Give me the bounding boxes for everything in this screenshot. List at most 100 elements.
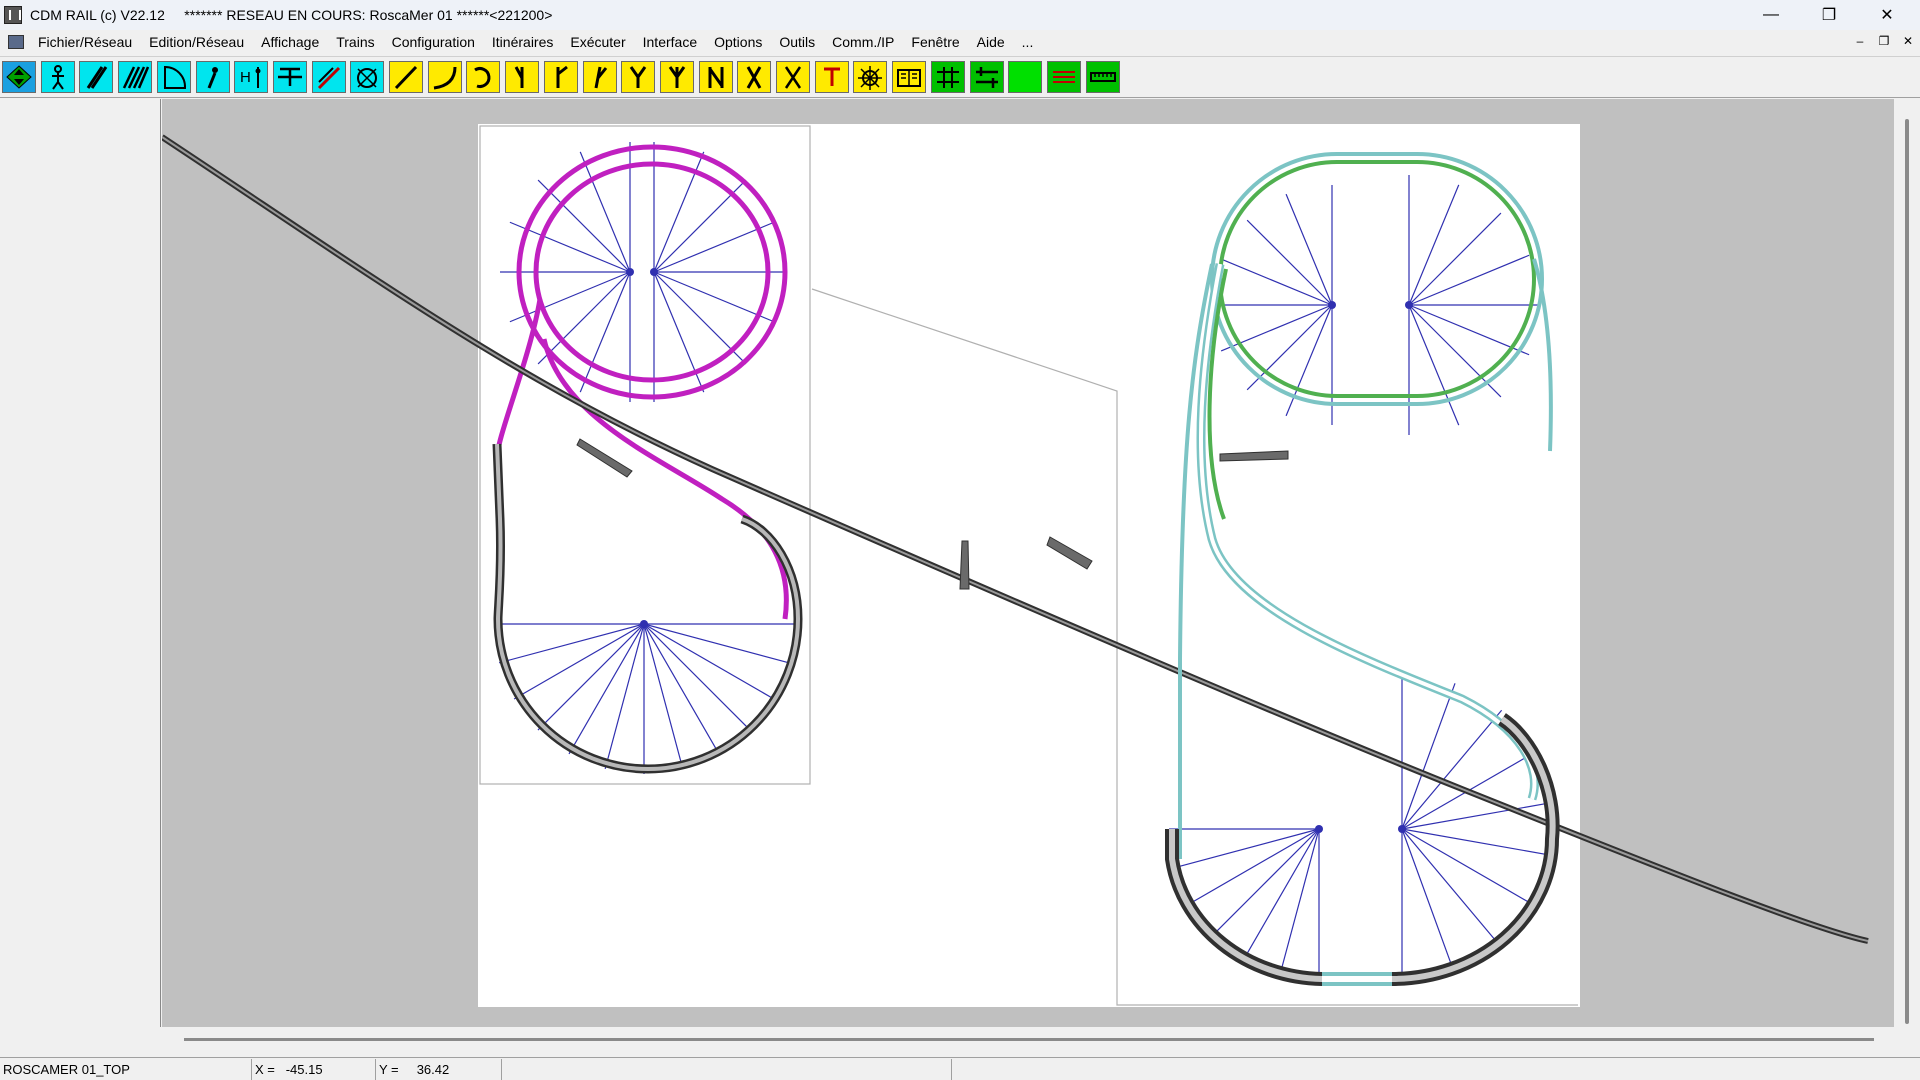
left-panel [0,99,161,1027]
title-bar: CDM RAIL (c) V22.12 ******* RESEAU EN CO… [0,0,1920,30]
h-signal-icon: H [240,67,261,88]
toolbar: H [0,56,1920,98]
menu-executer[interactable]: Exécuter [570,34,625,50]
window-title: CDM RAIL (c) V22.12 ******* RESEAU EN CO… [30,7,553,23]
menu-trains[interactable]: Trains [336,34,374,50]
h-signal-tool-button[interactable]: H [234,61,269,93]
diamond-arrows-tool-button[interactable] [2,61,36,93]
menu-fenetre[interactable]: Fenêtre [911,34,959,50]
three-way-turnout-tool-button[interactable] [659,61,694,93]
three-way-turnout-icon [668,66,686,88]
menu-affichage[interactable]: Affichage [261,34,319,50]
turnout-left-tool-button[interactable] [505,61,540,93]
loop-track-tool-button[interactable] [466,61,501,93]
menu-bar: Fichier/Réseau Edition/Réseau Affichage … [0,30,1920,54]
t-track-icon [823,67,840,86]
app-icon[interactable] [4,6,22,24]
t-track-tool-button[interactable] [814,61,849,93]
diagonal-track-icon [87,66,108,89]
mdi-restore-button[interactable]: ❐ [1876,34,1892,48]
x-value: -45.15 [285,1062,323,1077]
turnout-left-icon [514,66,524,88]
minimize-button[interactable]: — [1748,0,1794,30]
single-slip-icon [746,66,762,89]
green-block-icon [1011,64,1039,90]
ruler-pencil-icon [317,66,340,90]
menu-comm-ip[interactable]: Comm./IP [832,34,894,50]
x-label: X = [255,1062,275,1077]
crossing-tool-button[interactable] [776,61,810,93]
loose-piece-1[interactable] [959,540,970,590]
menu-edition[interactable]: Edition/Réseau [149,34,244,50]
diagonal-track-tool-button[interactable] [79,61,114,93]
menu-configuration[interactable]: Configuration [392,34,475,50]
y-turnout-icon [629,66,647,88]
menu-options[interactable]: Options [714,34,762,50]
document-menu-icon[interactable] [8,35,24,49]
status-field-empty [502,1059,952,1080]
lines-icon [1052,71,1075,83]
vertical-scrollbar[interactable] [1894,99,1920,1027]
svg-text:H: H [240,69,251,86]
buffer-stop-icon [277,67,302,86]
loop-track-icon [474,67,491,88]
diamond-arrows-icon [6,65,32,89]
pin-icon [207,67,218,89]
turntable-tool-button[interactable] [350,61,385,93]
curve-corner-tool-button[interactable] [156,61,191,93]
signal-panel-icon [936,67,959,88]
menu-outils[interactable]: Outils [779,34,815,50]
signal-panel-alt-tool-button[interactable] [969,61,1004,93]
y-turnout-tool-button[interactable] [621,61,656,93]
mdi-close-button[interactable]: ✕ [1900,34,1916,48]
y-label: Y = [379,1062,399,1077]
x-coordinate: X = -45.15 [252,1059,376,1080]
y-value: 36.42 [416,1062,450,1077]
menu-more[interactable]: ... [1022,34,1034,50]
signal-panel-alt-icon [975,67,998,88]
lines-tool-button[interactable] [1046,61,1081,93]
curved-track-tool-button[interactable] [427,61,462,93]
vertical-scroll-thumb[interactable] [1905,119,1909,1024]
curve-corner-icon [163,65,186,89]
book-icon [897,69,922,87]
crossing-icon [784,66,802,89]
turnout-right-icon [556,65,568,88]
menu-fichier[interactable]: Fichier/Réseau [38,34,132,50]
person-tool-button[interactable] [40,61,75,93]
pin-tool-button[interactable] [195,61,230,93]
curved-turnout-icon [594,66,607,89]
buffer-stop-tool-button[interactable] [272,61,307,93]
double-slip-icon [708,67,724,88]
horizontal-scrollbar[interactable] [162,1027,1920,1057]
single-slip-tool-button[interactable] [737,61,772,93]
ruler-pencil-tool-button[interactable] [311,61,346,93]
restore-button[interactable]: ❐ [1806,0,1852,30]
turnout-right-tool-button[interactable] [543,61,578,93]
horizontal-scroll-thumb[interactable] [184,1038,1874,1041]
track-plan[interactable] [162,99,1894,1027]
ruler-icon [1089,72,1116,82]
straight-track-icon [394,65,418,90]
green-block-tool-button[interactable] [1008,61,1043,93]
layout-canvas[interactable] [162,99,1894,1027]
turntable-yard-icon [858,66,883,90]
ruler-tool-button[interactable] [1085,61,1120,93]
double-diagonal-tool-button[interactable] [118,61,153,93]
curved-turnout-tool-button[interactable] [582,61,617,93]
menu-itineraires[interactable]: Itinéraires [492,34,553,50]
straight-track-tool-button[interactable] [389,61,423,93]
mdi-minimize-button[interactable]: – [1852,34,1868,48]
close-button[interactable]: ✕ [1864,0,1910,30]
double-slip-tool-button[interactable] [698,61,733,93]
drawing-sheet [478,124,1580,1007]
signal-panel-tool-button[interactable] [930,61,965,93]
status-bar: ROSCAMER 01_TOP X = -45.15 Y = 36.42 [0,1057,1920,1080]
curved-track-icon [433,66,457,90]
y-coordinate: Y = 36.42 [376,1059,502,1080]
layer-name: ROSCAMER 01_TOP [0,1059,252,1080]
menu-interface[interactable]: Interface [643,34,697,50]
book-tool-button[interactable] [892,61,927,93]
menu-aide[interactable]: Aide [977,34,1005,50]
turntable-yard-tool-button[interactable] [853,61,888,93]
